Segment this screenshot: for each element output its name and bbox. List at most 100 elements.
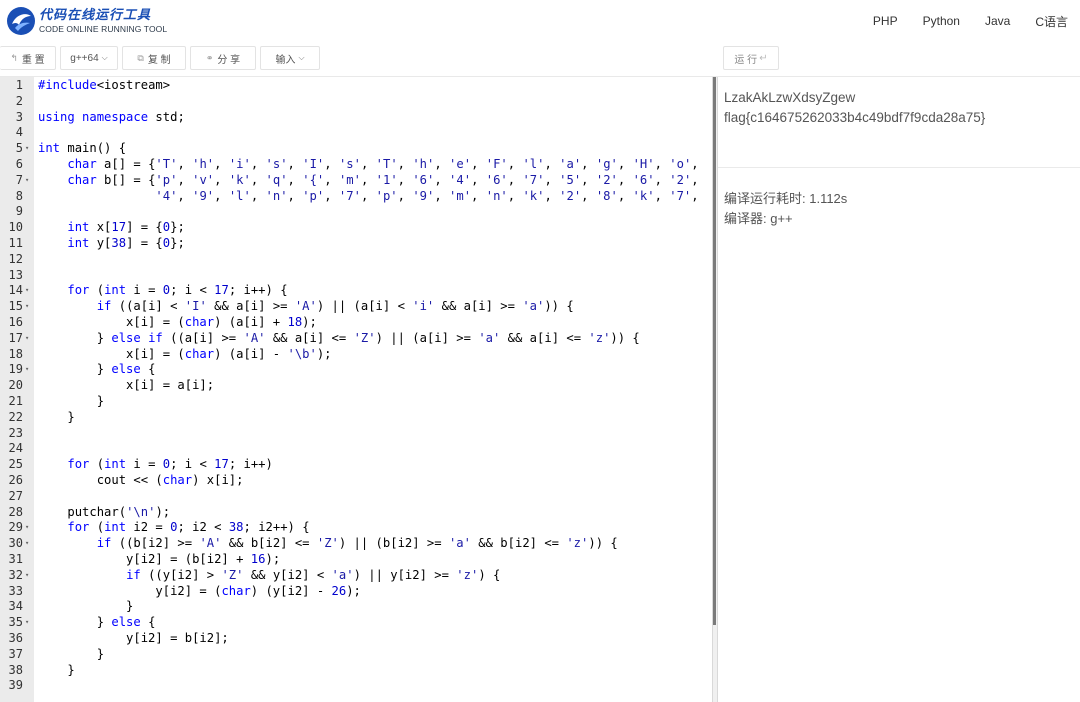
line-number: 29 [8, 520, 23, 535]
fold-arrow-icon[interactable]: ▾ [25, 299, 29, 315]
code-text: y[i2] = (b[i2] + 16); [38, 552, 281, 566]
reset-button[interactable]: ↰ 重 置 [0, 46, 56, 70]
code-editor[interactable]: 1 #include<iostream> 2 3 using namespace std… [0, 77, 712, 702]
line-number: 32 [8, 567, 23, 582]
code-text: } else { [38, 615, 156, 630]
line-number: 12 [8, 251, 23, 266]
code-text: } [38, 599, 134, 614]
run-button[interactable]: 运 行 ↵ [723, 46, 779, 70]
site-logo[interactable]: 代码在线运行工具 CODE ONLINE RUNNING TOOL [6, 6, 167, 36]
line-number: 35 [8, 615, 23, 630]
code-text: cout << (char) x[i]; [96, 473, 244, 487]
code-text: } [38, 646, 105, 661]
input-dropdown[interactable]: 输入 ⌵ [260, 46, 320, 70]
chevron-down-icon: ⌵ [298, 53, 305, 62]
line-number: 24 [8, 441, 23, 456]
fold-arrow-icon[interactable]: ▾ [25, 568, 29, 584]
line-number: 15 [8, 299, 23, 314]
nav-java[interactable]: Java [985, 14, 1010, 28]
enter-icon: ↵ [759, 52, 768, 64]
code-text: using namespace std; [38, 109, 185, 124]
logo-title: 代码在线运行工具 [39, 7, 152, 23]
line-number: 7 [15, 172, 23, 187]
code-text: int y[38] = {0}; [67, 236, 185, 250]
code-text: int main() { [38, 141, 127, 156]
language-nav: PHP Python Java C语言 [848, 0, 1068, 42]
line-number: 38 [8, 662, 23, 677]
code-text: '4', '9', 'l', 'n', 'p', '7', 'p', '9', … [155, 188, 699, 203]
code-text: } else if ((a[i] >= 'A' && a[i] <= 'Z') … [38, 330, 640, 345]
fold-arrow-icon[interactable]: ▾ [25, 520, 29, 536]
code-text: char b[] = {'p', 'v', 'k', 'q', '{', 'm'… [67, 172, 699, 187]
line-number: 5 [15, 141, 23, 156]
output-line-2: flag{c164675262033b4c49bdf7f9cda28a75} [724, 110, 986, 125]
line-number: 28 [8, 504, 23, 519]
line-number: 31 [8, 552, 23, 566]
fold-arrow-icon[interactable]: ▾ [25, 283, 29, 299]
line-number: 33 [8, 583, 23, 598]
line-number: 17 [8, 330, 23, 345]
code-text: if ((b[i2] >= 'A' && b[i2] <= 'Z') || (b… [96, 536, 618, 551]
copy-button[interactable]: ⧉ 复 制 [122, 46, 186, 70]
code-text: if ((y[i2] > 'Z' && y[i2] < 'a') || y[i2… [126, 567, 501, 582]
editor-toolbar: ↰ 重 置 g++64 ⌵ ⧉ 复 制 ⚭ 分 享 输入 ⌵ [0, 42, 1080, 77]
run-info: 编译运行耗时: 1.112s 编译器: g++ [724, 189, 847, 229]
line-number: 1 [15, 78, 23, 92]
code-text: } else { [38, 362, 156, 377]
code-text: } [38, 662, 75, 677]
code-text: int x[17] = {0}; [67, 220, 185, 235]
line-number: 34 [8, 599, 23, 614]
line-number: 37 [8, 646, 23, 661]
line-number: 10 [8, 220, 23, 235]
run-time-label: 编译运行耗时: 1.112s [724, 191, 848, 206]
code-text: x[i] = (char) (a[i] + 18); [38, 315, 317, 329]
line-number: 20 [8, 378, 23, 393]
nav-c[interactable]: C语言 [1035, 13, 1068, 30]
code-text: for (int i = 0; i < 17; i++) [67, 457, 273, 472]
line-number: 23 [8, 425, 23, 440]
code-text: y[i2] = b[i2]; [38, 631, 229, 645]
line-number: 4 [15, 125, 23, 140]
fold-arrow-icon[interactable]: ▾ [25, 615, 29, 631]
fold-arrow-icon[interactable]: ▾ [25, 362, 29, 378]
code-text: char a[] = {'T', 'h', 'i', 's', 'I', 's'… [67, 157, 699, 171]
line-number: 9 [15, 204, 23, 219]
share-button[interactable]: ⚭ 分 享 [190, 46, 256, 70]
compiler-select[interactable]: g++64 ⌵ [60, 46, 118, 70]
fold-arrow-icon[interactable]: ▾ [25, 331, 29, 347]
line-number: 22 [8, 409, 23, 424]
code-text: } [38, 409, 75, 424]
line-number: 25 [8, 457, 23, 472]
line-number: 16 [8, 315, 23, 329]
chevron-down-icon: ⌵ [101, 53, 108, 62]
nav-php[interactable]: PHP [873, 14, 898, 28]
line-number: 18 [8, 346, 23, 361]
program-output: LzakAkLzwXdsyZgew flag{c164675262033b4c4… [724, 88, 985, 128]
reset-label: 重 置 [21, 54, 45, 66]
line-number: 14 [8, 283, 23, 298]
share-label: 分 享 [217, 54, 241, 66]
copy-icon: ⧉ [137, 52, 144, 63]
line-number: 21 [8, 394, 23, 408]
line-number: 2 [15, 93, 23, 108]
fold-arrow-icon[interactable]: ▾ [25, 536, 29, 552]
code-text: x[i] = a[i]; [38, 378, 215, 393]
line-number: 8 [15, 188, 23, 203]
code-text: y[i2] = (char) (y[i2] - 26); [38, 583, 361, 598]
compiler-label: g++64 [70, 52, 99, 64]
code-text: } [38, 394, 105, 408]
copy-label: 复 制 [147, 54, 171, 66]
nav-python[interactable]: Python [923, 14, 960, 28]
fold-arrow-icon[interactable]: ▾ [25, 173, 29, 189]
logo-subtitle: CODE ONLINE RUNNING TOOL [39, 23, 168, 34]
logo-bird-icon [7, 7, 35, 35]
code-text: putchar('\n'); [67, 504, 171, 519]
line-number: 36 [8, 631, 23, 645]
code-text: x[i] = (char) (a[i] - '\b'); [38, 346, 332, 361]
line-number: 27 [8, 488, 23, 503]
editor-scrollbar[interactable] [713, 77, 716, 625]
top-header: 代码在线运行工具 CODE ONLINE RUNNING TOOL PHP Py… [0, 0, 1080, 43]
line-number: 39 [8, 678, 23, 693]
output-line-1: LzakAkLzwXdsyZgew [724, 90, 856, 105]
fold-arrow-icon[interactable]: ▾ [25, 141, 29, 157]
